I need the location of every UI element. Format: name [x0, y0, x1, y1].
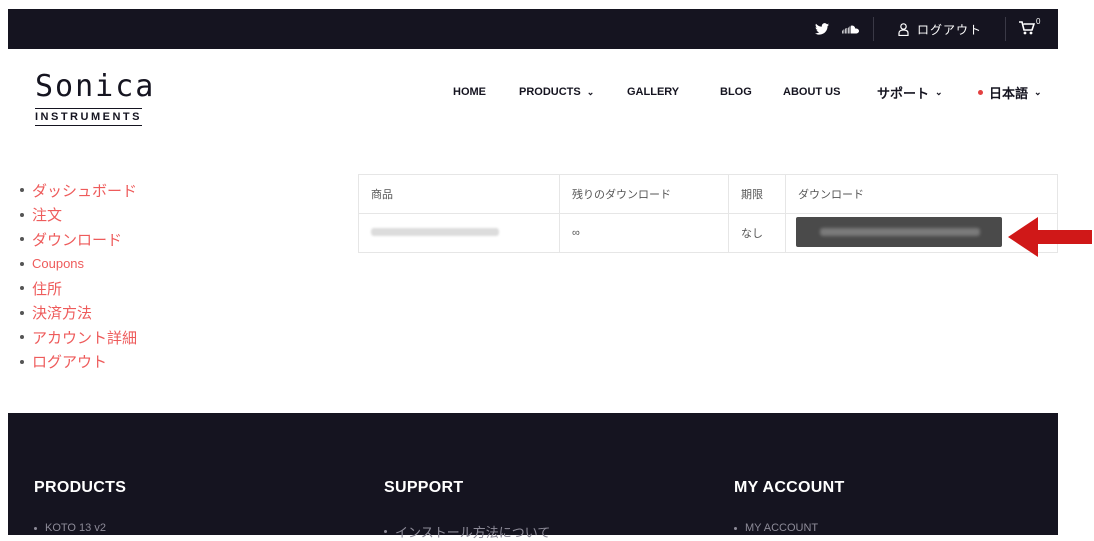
footer-products-link[interactable]: KOTO 13 v2: [34, 522, 106, 534]
twitter-icon[interactable]: [815, 9, 829, 49]
sidebar-item-logout[interactable]: ログアウト: [20, 350, 137, 375]
cart-icon: [1019, 20, 1036, 38]
nav-products-label: PRODUCTS: [519, 86, 581, 98]
nav-language[interactable]: 日本語 ⌄: [978, 80, 1042, 104]
footer-account-link[interactable]: MY ACCOUNT: [734, 522, 818, 534]
user-icon: [898, 22, 909, 36]
logo-brand: Sonica: [35, 69, 156, 104]
logout-label: ログアウト: [917, 22, 983, 37]
footer-account-heading: MY ACCOUNT: [734, 479, 845, 496]
cart-count: 0: [1036, 16, 1041, 26]
expires-value: なし: [728, 213, 786, 253]
nav-gallery[interactable]: GALLERY: [627, 80, 679, 104]
red-arrow-annotation: [1008, 215, 1092, 264]
top-bar: ログアウト 0: [8, 9, 1058, 49]
sidebar-item-payment-methods[interactable]: 決済方法: [20, 301, 137, 326]
download-button[interactable]: [796, 216, 1002, 247]
chevron-down-icon: ⌄: [935, 86, 943, 97]
nav-language-label: 日本語: [989, 85, 1029, 101]
cart-button[interactable]: 0: [1019, 9, 1040, 49]
footer: PRODUCTS KOTO 13 v2 SUPPORT インストール方法について…: [8, 413, 1058, 540]
nav-support-label: サポート: [877, 85, 930, 101]
column-header-remaining: 残りのダウンロード: [559, 174, 729, 214]
nav-home[interactable]: HOME: [453, 80, 486, 104]
remaining-downloads: ∞: [559, 213, 729, 253]
footer-products-heading: PRODUCTS: [34, 479, 127, 496]
sidebar-item-downloads[interactable]: ダウンロード: [20, 227, 137, 252]
table-row: ∞ なし: [358, 213, 1058, 253]
nav-support[interactable]: サポート ⌄: [877, 80, 943, 104]
nav-about[interactable]: ABOUT US: [783, 80, 840, 104]
table-header-row: 商品 残りのダウンロード 期限 ダウンロード: [358, 174, 1058, 214]
column-header-expires: 期限: [728, 174, 786, 214]
column-header-product: 商品: [358, 174, 560, 214]
chevron-down-icon: ⌄: [1034, 86, 1042, 97]
sidebar-item-addresses[interactable]: 住所: [20, 276, 137, 301]
sidebar-item-dashboard[interactable]: ダッシュボード: [20, 178, 137, 203]
footer-support-link[interactable]: インストール方法について: [384, 522, 550, 541]
sidebar-item-account-details[interactable]: アカウント詳細: [20, 325, 137, 350]
nav-blog[interactable]: BLOG: [720, 80, 752, 104]
product-name-link[interactable]: [358, 213, 560, 253]
nav-products[interactable]: PRODUCTS ⌄: [519, 80, 594, 104]
flag-icon: [978, 89, 983, 95]
logo-sub: INSTRUMENTS: [35, 108, 142, 126]
logout-link[interactable]: ログアウト: [898, 9, 982, 49]
sidebar-item-orders[interactable]: 注文: [20, 203, 137, 228]
column-header-download: ダウンロード: [785, 174, 1058, 214]
site-logo[interactable]: Sonica INSTRUMENTS: [35, 72, 155, 126]
sidebar-item-coupons[interactable]: Coupons: [20, 252, 137, 277]
account-navigation: ダッシュボード 注文 ダウンロード Coupons 住所 決済方法 アカウント詳…: [20, 178, 137, 374]
chevron-down-icon: ⌄: [586, 86, 595, 97]
downloads-table: 商品 残りのダウンロード 期限 ダウンロード ∞ なし: [358, 174, 1058, 253]
footer-support-heading: SUPPORT: [384, 479, 464, 496]
soundcloud-icon[interactable]: [841, 9, 859, 49]
